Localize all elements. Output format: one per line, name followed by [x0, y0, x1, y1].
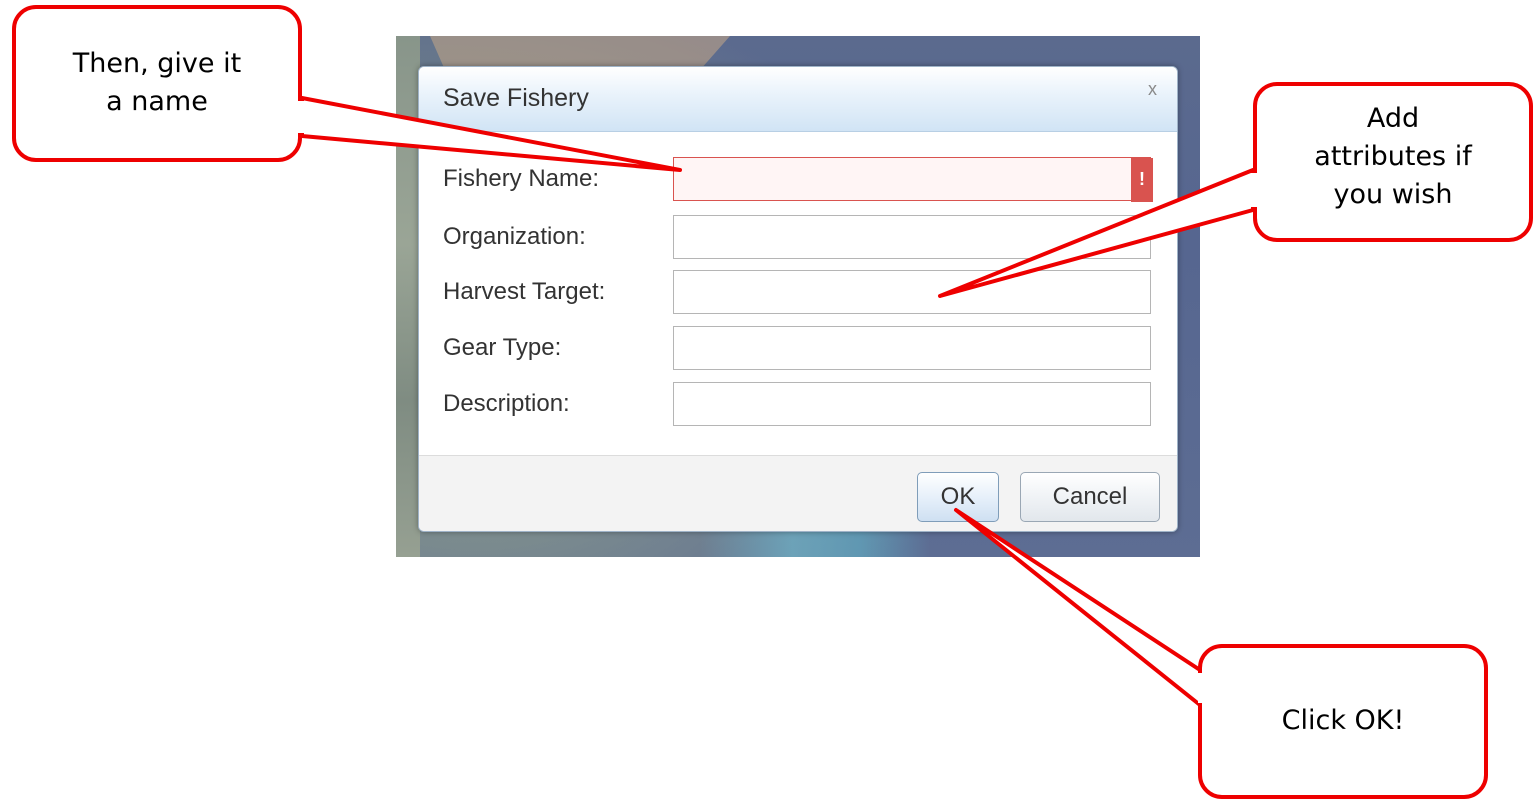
callout-text-line: Add	[1366, 103, 1420, 134]
callout-give-name: Then, give it a name	[12, 5, 302, 162]
form-row-gear-type: Gear Type:	[419, 326, 1177, 374]
organization-label: Organization:	[443, 223, 586, 250]
callout-text-line: attributes if	[1314, 141, 1472, 172]
close-icon[interactable]: x	[1148, 79, 1157, 100]
harvest-target-label: Harvest Target:	[443, 278, 606, 305]
error-icon: !	[1131, 158, 1153, 202]
gear-type-label: Gear Type:	[443, 334, 562, 361]
save-fishery-dialog: Save Fishery x Fishery Name: ! Organizat…	[418, 66, 1178, 532]
callout-text-line: a name	[106, 86, 208, 117]
callout-add-attributes: Add attributes if you wish	[1253, 82, 1533, 242]
ok-button[interactable]: OK	[917, 472, 999, 522]
form-row-description: Description:	[419, 382, 1177, 430]
form-row-harvest-target: Harvest Target:	[419, 270, 1177, 318]
map-land-strip	[396, 36, 420, 557]
fishery-name-input[interactable]	[673, 157, 1151, 201]
cancel-button[interactable]: Cancel	[1020, 472, 1160, 522]
description-label: Description:	[443, 390, 570, 417]
callout-text-line: Click OK!	[1281, 705, 1405, 736]
description-input[interactable]	[673, 382, 1151, 426]
form-row-fishery-name: Fishery Name: !	[419, 157, 1177, 205]
callout-click-ok: Click OK!	[1198, 644, 1488, 799]
dialog-footer: OK Cancel	[419, 455, 1177, 531]
map-shoreline	[430, 36, 730, 70]
tutorial-canvas: Save Fishery x Fishery Name: ! Organizat…	[0, 0, 1535, 801]
form-row-organization: Organization:	[419, 215, 1177, 263]
fishery-name-label: Fishery Name:	[443, 165, 600, 192]
harvest-target-input[interactable]	[673, 270, 1151, 314]
gear-type-input[interactable]	[673, 326, 1151, 370]
dialog-title: Save Fishery	[443, 84, 589, 112]
organization-input[interactable]	[673, 215, 1151, 259]
callout-text-line: Then, give it	[72, 48, 242, 79]
dialog-header: Save Fishery x	[419, 67, 1177, 132]
callout-text-line: you wish	[1333, 179, 1453, 210]
